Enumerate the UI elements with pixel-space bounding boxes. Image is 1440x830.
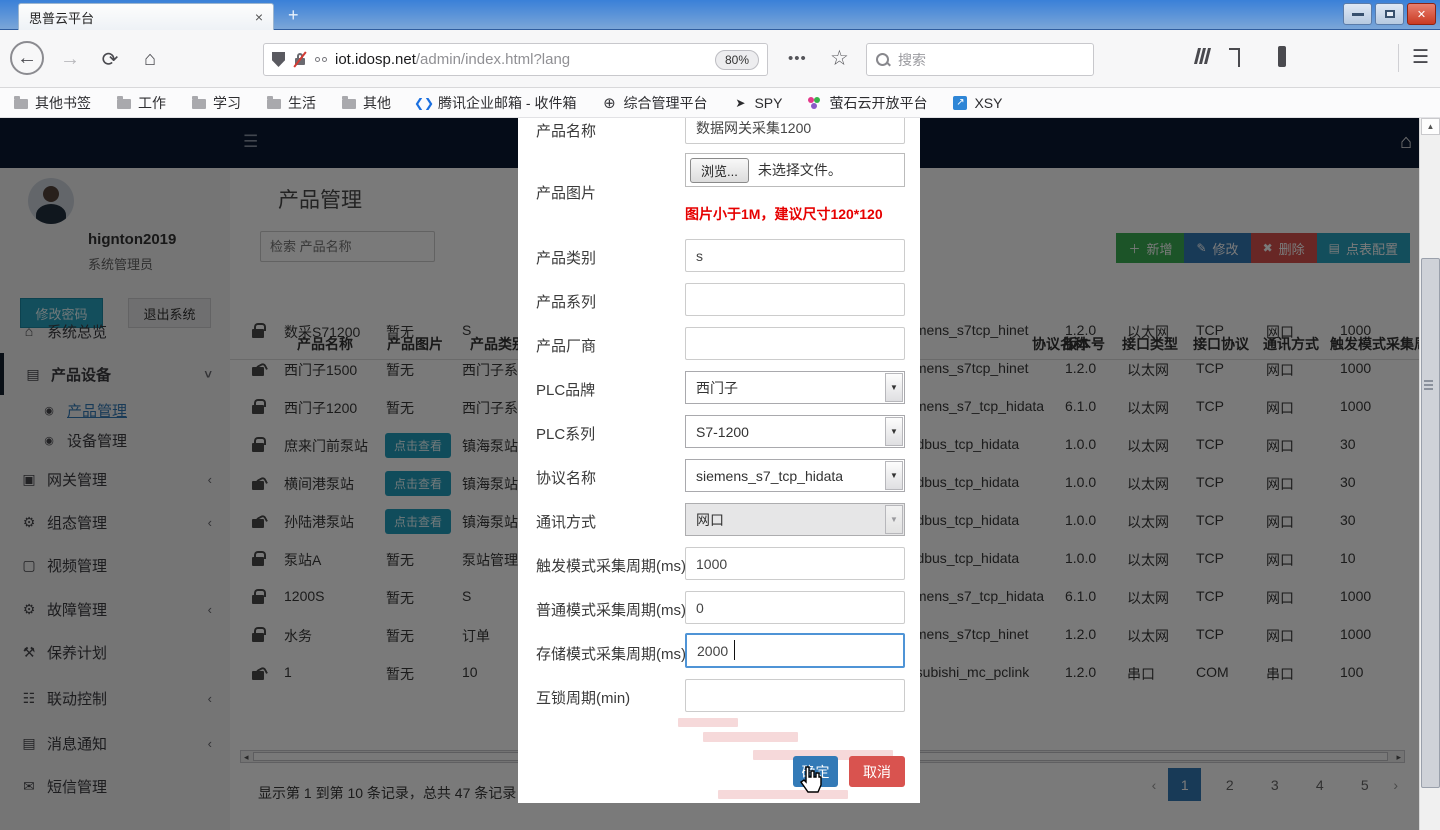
bookmark-star-icon[interactable]: ☆ (830, 46, 849, 71)
spy-icon: ➤ (733, 96, 747, 110)
render-artifact (718, 790, 848, 799)
browser-titlebar: 思普云平台 × + ✕ (0, 0, 1440, 30)
crop-icon[interactable] (1238, 48, 1240, 66)
tracking-shield-icon[interactable] (272, 52, 285, 67)
home-button[interactable]: ⌂ (132, 41, 168, 77)
bookmark-mgmt-platform[interactable]: ⊕综合管理平台 (602, 93, 707, 113)
bookmark-folder[interactable]: 其他 (342, 93, 391, 113)
folder-icon (117, 99, 131, 109)
bookmark-xsy[interactable]: ↗XSY (953, 95, 1002, 111)
product-category-input[interactable] (685, 239, 905, 272)
plc-series-select[interactable]: S7-1200▼ (685, 415, 905, 448)
tab-title: 思普云平台 (29, 8, 255, 27)
bookmark-folder[interactable]: 工作 (117, 93, 166, 113)
folder-icon (267, 99, 281, 109)
forward-button[interactable]: → (52, 41, 88, 77)
bookmark-spy[interactable]: ➤SPY (733, 95, 782, 111)
bookmark-folder[interactable]: 学习 (192, 93, 241, 113)
text-caret (734, 640, 735, 660)
folder-icon (14, 99, 28, 109)
vertical-scrollbar[interactable]: ▲ (1419, 118, 1440, 830)
field-label: 通讯方式 (536, 511, 596, 532)
field-label: 产品厂商 (536, 335, 596, 356)
scroll-up-icon[interactable]: ▲ (1421, 118, 1440, 135)
folder-icon (342, 99, 356, 109)
render-artifact (678, 718, 738, 727)
xsy-icon: ↗ (953, 96, 967, 110)
search-placeholder: 搜索 (898, 50, 926, 70)
mouse-cursor (798, 766, 822, 799)
scroll-thumb-grip (1424, 380, 1433, 382)
field-label: 协议名称 (536, 467, 596, 488)
page-actions-icon[interactable]: ••• (788, 50, 807, 67)
product-image-file-input[interactable]: 浏览... 未选择文件。 (685, 153, 905, 187)
new-tab-button[interactable]: + (288, 6, 299, 24)
cancel-button[interactable]: 取消 (849, 756, 905, 787)
chevron-down-icon: ▼ (885, 461, 903, 490)
edit-product-modal: 产品名称 产品图片 浏览... 未选择文件。 图片小于1M，建议尺寸120*12… (518, 118, 920, 803)
window-minimize-button[interactable] (1343, 3, 1372, 25)
web-page: ☰ ⌂ hignton2019 系统管理员 修改密码 退出系统 ⌂系统总览 ▤产… (0, 118, 1440, 830)
image-hint: 图片小于1M，建议尺寸120*120 (685, 204, 883, 224)
field-label: 互锁周期(min) (536, 687, 630, 708)
field-label: 产品图片 (536, 182, 596, 203)
field-label: 产品类别 (536, 247, 596, 268)
bookmark-folder[interactable]: 其他书签 (14, 93, 91, 113)
globe-icon: ⊕ (602, 96, 616, 110)
product-series-input[interactable] (685, 283, 905, 316)
protocol-select[interactable]: siemens_s7_tcp_hidata▼ (685, 459, 905, 492)
bookmark-folder[interactable]: 生活 (267, 93, 316, 113)
browser-menu-icon[interactable]: ☰ (1412, 46, 1429, 69)
browse-button[interactable]: 浏览... (690, 158, 749, 183)
reload-button[interactable]: ⟳ (92, 41, 128, 77)
field-label: PLC品牌 (536, 379, 595, 400)
trigger-period-input[interactable] (685, 547, 905, 580)
insecure-lock-icon[interactable] (293, 52, 307, 67)
url-bar[interactable]: iot.idosp.net/admin/index.html?lang 80% (263, 43, 768, 76)
field-label: 存储模式采集周期(ms) (536, 643, 686, 664)
screen: 思普云平台 × + ✕ ← → ⟳ ⌂ iot.idosp.net/admin/… (0, 0, 1440, 830)
search-icon (876, 53, 890, 67)
tencent-mail-icon: ❮❯ (417, 96, 431, 110)
tab-close-icon[interactable]: × (255, 9, 263, 25)
toolbar-divider (1398, 44, 1399, 72)
search-bar[interactable]: 搜索 (866, 43, 1094, 76)
bookmark-ys7[interactable]: 萤石云开放平台 (808, 93, 927, 113)
field-label: 触发模式采集周期(ms) (536, 555, 686, 576)
vertical-scroll-thumb[interactable] (1421, 258, 1440, 788)
window-close-button[interactable]: ✕ (1407, 3, 1436, 25)
field-label: 普通模式采集周期(ms) (536, 599, 686, 620)
bookmark-tencent-mail[interactable]: ❮❯腾讯企业邮箱 - 收件箱 (417, 93, 576, 113)
chevron-down-icon: ▼ (885, 417, 903, 446)
zoom-indicator[interactable]: 80% (715, 50, 759, 70)
chevron-down-icon: ▼ (885, 505, 903, 534)
folder-icon (192, 99, 206, 109)
chevron-down-icon: ▼ (885, 373, 903, 402)
interlock-period-input[interactable] (685, 679, 905, 712)
url-text[interactable]: iot.idosp.net/admin/index.html?lang (335, 51, 707, 68)
normal-period-input[interactable] (685, 591, 905, 624)
product-name-input[interactable] (685, 118, 905, 144)
no-file-text: 未选择文件。 (758, 160, 842, 180)
bookmarks-bar: 其他书签 工作 学习 生活 其他 ❮❯腾讯企业邮箱 - 收件箱 ⊕综合管理平台 … (0, 88, 1440, 118)
field-label: PLC系列 (536, 423, 595, 444)
storage-period-input[interactable] (685, 633, 905, 668)
window-restore-button[interactable] (1375, 3, 1404, 25)
ys7-dots-icon (808, 96, 822, 110)
product-vendor-input[interactable] (685, 327, 905, 360)
render-artifact (703, 732, 798, 742)
browser-tab[interactable]: 思普云平台 × (18, 3, 274, 30)
permissions-icon[interactable] (315, 57, 327, 62)
plc-brand-select[interactable]: 西门子▼ (685, 371, 905, 404)
back-button[interactable]: ← (10, 41, 44, 75)
library-icon[interactable] (1196, 48, 1209, 64)
field-label: 产品系列 (536, 291, 596, 312)
field-label: 产品名称 (536, 120, 596, 141)
comm-mode-select: 网口▼ (685, 503, 905, 536)
browser-toolbar: ← → ⟳ ⌂ iot.idosp.net/admin/index.html?l… (0, 30, 1440, 88)
sidebar-toggle-icon[interactable] (1278, 48, 1286, 66)
